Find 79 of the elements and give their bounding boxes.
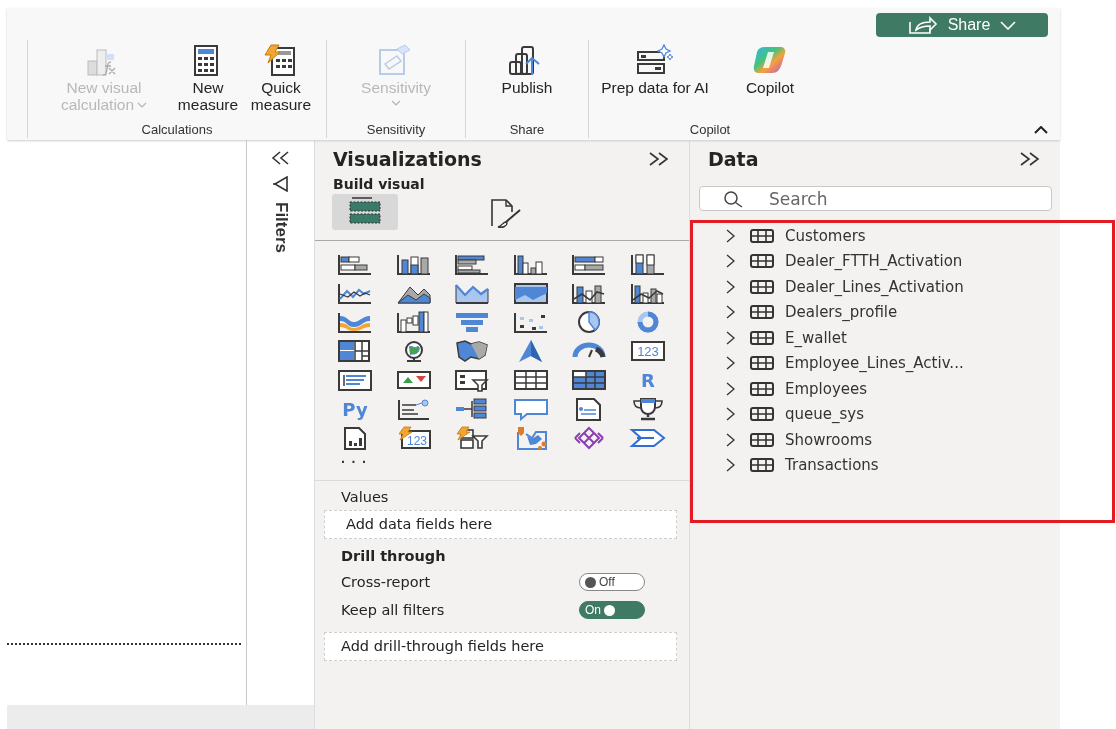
filters-title[interactable]: Filters — [270, 202, 291, 254]
table-name[interactable]: Employees — [785, 379, 868, 398]
slicer-icon[interactable] — [453, 426, 491, 450]
stacked-bar-chart-icon[interactable] — [336, 252, 374, 276]
share-icon — [907, 15, 938, 35]
group-label: Calculations — [141, 122, 213, 138]
publish-button[interactable]: Publish — [472, 40, 582, 96]
card-icon[interactable]: 123 — [628, 339, 667, 363]
build-visual-tab[interactable] — [332, 194, 398, 230]
toggle-label: Keep all filters — [341, 602, 445, 618]
table-name[interactable]: Showrooms — [785, 430, 873, 449]
combo-chart-icon[interactable] — [628, 281, 667, 305]
more-visuals-button[interactable]: · · · — [337, 454, 372, 470]
table-name[interactable]: Dealers_profile — [785, 303, 898, 322]
area-chart-icon[interactable] — [511, 281, 550, 305]
table-name[interactable]: Dealer_FTTH_Activation — [785, 252, 963, 271]
table-icon[interactable] — [511, 368, 550, 392]
group-label: Share — [509, 122, 545, 138]
table-icon — [750, 432, 774, 447]
table-icon — [750, 305, 774, 320]
kpi-icon[interactable] — [394, 368, 433, 392]
chevron-down-icon — [137, 101, 148, 108]
drop-zone[interactable]: Add drill-through fields here — [324, 632, 677, 661]
toggle-label: Cross-report — [341, 574, 431, 590]
stacked-column-chart-icon[interactable] — [394, 252, 433, 276]
bar-chart-icon[interactable] — [570, 252, 608, 276]
column-chart-icon[interactable] — [628, 252, 667, 276]
scatter-chart-icon[interactable] — [511, 310, 550, 334]
paintbrush-icon — [488, 196, 522, 228]
table-icon — [750, 279, 774, 294]
table-icon — [750, 407, 774, 422]
toggle-switch[interactable]: On — [579, 601, 645, 619]
matrix-icon[interactable] — [570, 368, 608, 392]
speech-bubble-icon[interactable] — [511, 397, 550, 421]
funnel-chart-icon[interactable] — [453, 310, 491, 334]
area-chart-icon[interactable] — [453, 281, 491, 305]
copilot-button[interactable]: Copilot — [715, 40, 825, 96]
clustered-column-chart-icon[interactable] — [511, 252, 550, 276]
chevron-down-icon — [391, 100, 401, 106]
table-icon — [750, 381, 774, 396]
table-icon — [750, 458, 774, 473]
quick-measure-button[interactable]: Quick measure — [242, 40, 320, 113]
prep-data-button[interactable]: Prep data for AI — [595, 40, 715, 96]
group-label: Sensitivity — [366, 122, 426, 138]
filter-icon — [272, 176, 289, 192]
section-title: Drill through — [340, 548, 447, 564]
drop-zone[interactable]: Add data fields here — [324, 510, 677, 539]
combo-chart-icon[interactable] — [570, 281, 608, 305]
search-icon — [723, 190, 745, 208]
waterfall-chart-icon[interactable] — [394, 310, 433, 334]
table-icon — [750, 228, 774, 243]
share-button[interactable]: Share — [876, 13, 1048, 37]
chevron-icon[interactable] — [628, 426, 667, 450]
table-icon — [750, 356, 774, 371]
section-title: Build visual — [332, 175, 426, 192]
table-name[interactable]: Transactions — [785, 456, 879, 475]
card-icon[interactable] — [336, 368, 374, 392]
table-icon — [750, 330, 774, 345]
toggle-switch[interactable]: Off — [579, 573, 645, 591]
table-name[interactable]: Employee_Lines_Activ... — [785, 354, 964, 373]
search-field[interactable]: Search — [699, 186, 1052, 211]
pane-title: Data — [708, 148, 759, 170]
ribbon-chart-icon[interactable] — [336, 310, 374, 334]
pane-title: Visualizations — [333, 148, 482, 170]
table-name[interactable]: Customers — [785, 226, 866, 245]
table-name[interactable]: Dealer_Lines_Activation — [785, 277, 964, 296]
group-label: Copilot — [689, 122, 731, 138]
clustered-bar-chart-icon[interactable] — [453, 252, 491, 276]
table-name[interactable]: queue_sys — [785, 405, 864, 424]
slicer-icon[interactable] — [453, 368, 491, 392]
server-sparkle-icon — [636, 44, 674, 77]
line-chart-icon[interactable] — [336, 281, 374, 305]
table-name[interactable]: E_wallet — [785, 328, 847, 347]
map-icon[interactable] — [453, 339, 491, 363]
table-icon — [750, 254, 774, 269]
new-measure-button[interactable]: New measure — [174, 40, 242, 113]
section-label: Values — [340, 489, 390, 505]
collapse-ribbon-icon[interactable] — [1034, 126, 1048, 134]
chevron-down-icon — [1000, 20, 1017, 30]
